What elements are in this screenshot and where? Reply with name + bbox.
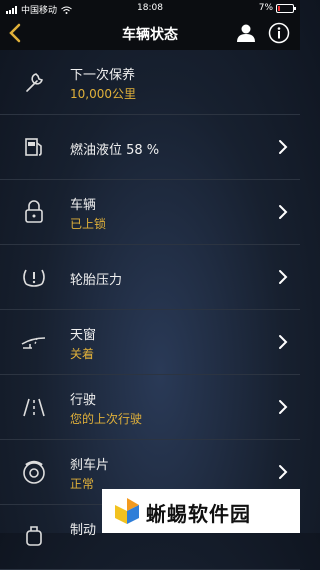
- chevron-right-icon: [279, 270, 288, 284]
- status-bar: 中国移动 18:08 7%: [0, 0, 300, 16]
- tire-pressure-icon: [23, 269, 45, 287]
- fuel-pump-icon: [25, 138, 42, 156]
- sunroof-icon: [21, 337, 46, 349]
- watermark: 蜥蜴软件园: [102, 489, 300, 533]
- item-subtitle: 正常: [70, 477, 95, 491]
- wrench-icon: [26, 73, 43, 92]
- item-title: 制动: [70, 523, 97, 538]
- lock-icon: [25, 200, 43, 223]
- item-title: 车辆: [70, 198, 97, 213]
- brake-disc-icon: [23, 460, 45, 484]
- item-title: 下一次保养: [70, 68, 136, 83]
- road-icon: [23, 398, 45, 417]
- list-item-tire-pressure[interactable]: 轮胎压力: [0, 245, 300, 310]
- list-item-trips[interactable]: 行驶 您的上次行驶: [0, 375, 300, 440]
- clock: 18:08: [137, 3, 163, 13]
- list-item-vehicle-lock[interactable]: 车辆 已上锁: [0, 180, 300, 245]
- item-title: 刹车片: [70, 458, 110, 473]
- chevron-right-icon: [279, 335, 288, 349]
- nav-header: 车辆状态: [0, 16, 300, 50]
- chevron-right-icon: [279, 140, 288, 154]
- item-title: 轮胎压力: [70, 273, 123, 288]
- item-subtitle: 关着: [70, 347, 95, 361]
- brake-fluid-icon: [26, 526, 42, 546]
- chevron-right-icon: [279, 465, 288, 479]
- list-item-sunroof[interactable]: 天窗 关着: [0, 310, 300, 375]
- item-subtitle: 10,000公里: [70, 87, 136, 101]
- battery-icon: [276, 3, 296, 13]
- item-title: 燃油液位 58 %: [70, 143, 160, 158]
- item-title: 行驶: [70, 393, 97, 408]
- list-item-maintenance[interactable]: 下一次保养 10,000公里: [0, 50, 300, 115]
- item-title: 天窗: [70, 328, 97, 343]
- user-icon[interactable]: [236, 23, 256, 43]
- item-subtitle: 已上锁: [70, 217, 107, 231]
- chevron-right-icon: [279, 205, 288, 219]
- info-icon[interactable]: [268, 22, 290, 44]
- item-subtitle: 您的上次行驶: [70, 412, 143, 426]
- chevron-right-icon: [279, 400, 288, 414]
- battery-percent: 7%: [258, 3, 273, 13]
- watermark-logo-icon: [115, 498, 139, 524]
- watermark-text: 蜥蜴软件园: [146, 502, 251, 526]
- list-item-fuel[interactable]: 燃油液位 58 %: [0, 115, 300, 180]
